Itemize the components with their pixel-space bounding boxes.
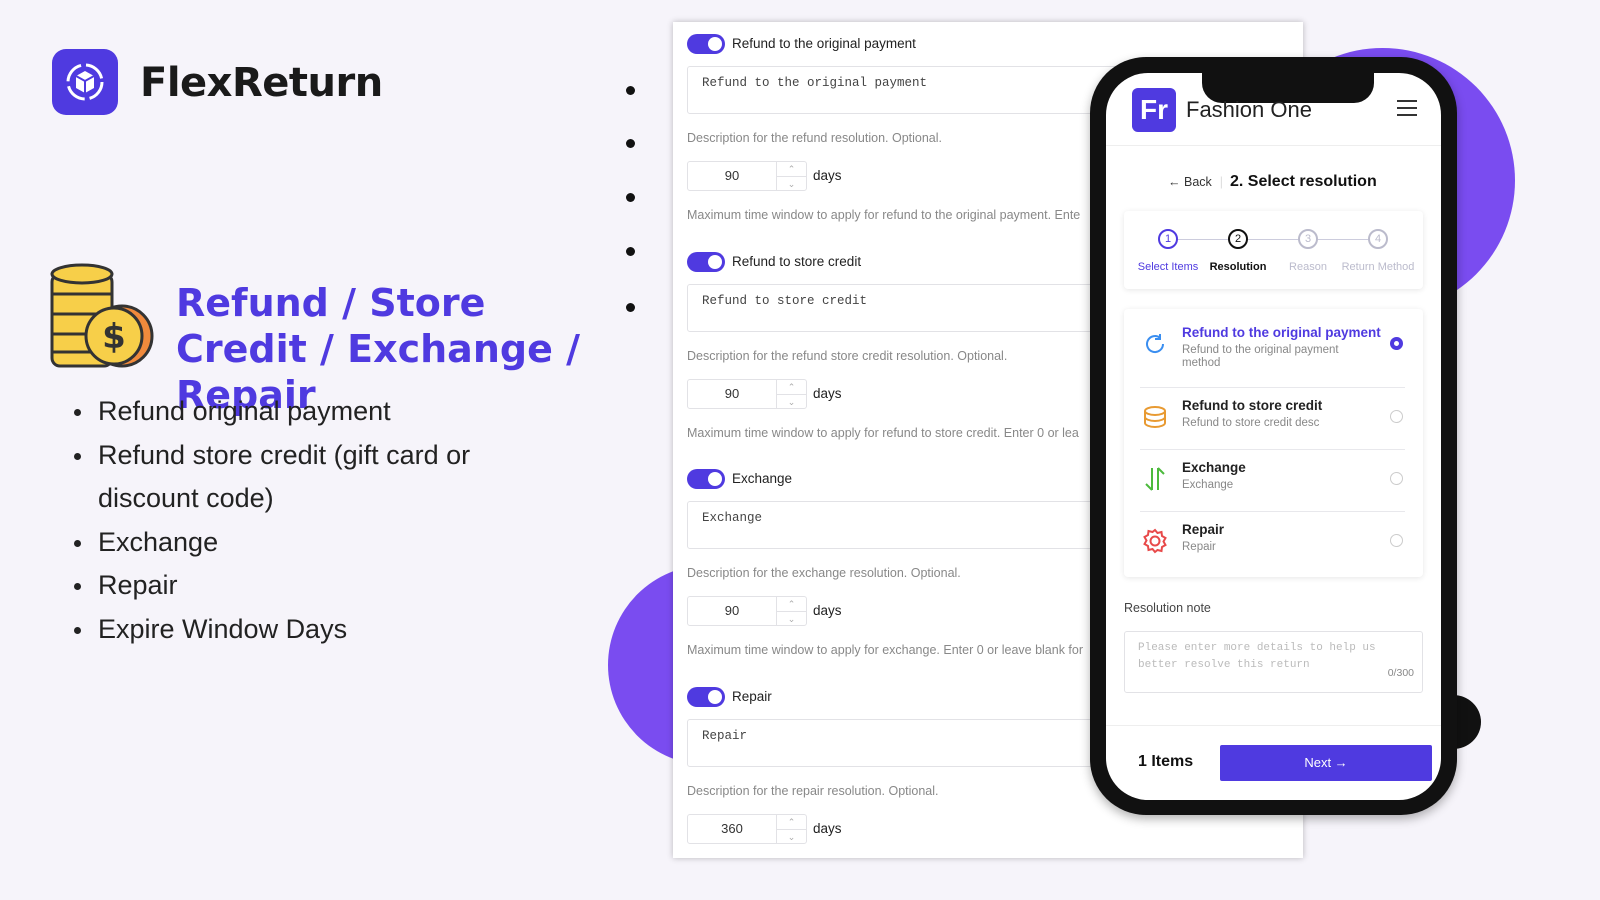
decrement-icon[interactable]: ⌄ xyxy=(777,176,806,191)
box-return-icon xyxy=(66,63,104,101)
days-stepper[interactable]: 360 ⌃ ⌄ xyxy=(687,813,807,844)
toggle-label: Exchange xyxy=(732,471,793,486)
bullet-dot xyxy=(626,247,635,256)
days-value[interactable]: 360 xyxy=(688,815,776,843)
radio-button[interactable] xyxy=(1390,410,1403,423)
resolution-note-input[interactable]: Please enter more details to help us bet… xyxy=(1124,631,1423,693)
bullet-dot xyxy=(626,139,635,148)
radio-button[interactable] xyxy=(1390,534,1403,547)
divider xyxy=(1106,145,1441,146)
stepper: 1 Select Items 2 Resolution 3 Reason 4 Retu… xyxy=(1124,211,1423,289)
feature-item: Refund store credit (gift card or discou… xyxy=(74,434,534,521)
toggle-label: Refund to store credit xyxy=(732,253,862,269)
gear-icon xyxy=(1142,528,1168,554)
description-help: Description for the refund resolution. O… xyxy=(687,131,942,145)
radio-button[interactable] xyxy=(1390,337,1403,350)
days-stepper[interactable]: 90 ⌃ ⌄ xyxy=(687,161,807,191)
days-unit: days xyxy=(813,820,842,836)
page-title: 2. Select resolution xyxy=(1230,173,1377,190)
option-title: Refund to the original payment xyxy=(1182,325,1381,340)
days-unit: days xyxy=(813,603,842,618)
decrement-icon[interactable]: ⌄ xyxy=(777,611,806,626)
items-count: 1 Items xyxy=(1138,753,1194,770)
option-description: Refund to store credit desc xyxy=(1182,417,1320,429)
option-title: Exchange xyxy=(1182,460,1246,475)
enable-toggle[interactable] xyxy=(687,251,725,272)
toggle-label: Repair xyxy=(732,688,772,704)
step-circle: 2 xyxy=(1228,229,1248,249)
enable-toggle[interactable] xyxy=(687,686,725,707)
resolution-option[interactable]: Refund to the original payment Refund to… xyxy=(1140,315,1405,377)
phone-mockup: Fr Fashion One ← Back | 2. Select resolut… xyxy=(1090,57,1457,815)
increment-icon[interactable]: ⌃ xyxy=(777,380,806,394)
phone-screen: Fr Fashion One ← Back | 2. Select resolut… xyxy=(1106,73,1441,800)
brand-name: FlexReturn xyxy=(140,60,383,106)
radio-button[interactable] xyxy=(1390,472,1403,485)
bullet-dot xyxy=(626,86,635,95)
resolution-note-label: Resolution note xyxy=(1124,601,1211,615)
feature-item: Expire Window Days xyxy=(74,608,534,652)
days-stepper[interactable]: 90 ⌃ ⌄ xyxy=(687,378,807,409)
option-title: Refund to store credit xyxy=(1182,398,1323,413)
back-button[interactable]: ← Back | xyxy=(1168,175,1223,189)
resolution-options: Refund to the original payment Refund to… xyxy=(1124,309,1423,577)
divider xyxy=(1106,725,1441,726)
char-count: 0/300 xyxy=(1387,667,1414,679)
step-circle: 4 xyxy=(1368,229,1388,249)
resolution-option[interactable]: Repair Repair xyxy=(1140,511,1405,573)
option-description: Refund to the original payment method xyxy=(1182,344,1339,369)
coins-illustration: $ xyxy=(50,262,156,375)
next-button[interactable]: Next → xyxy=(1220,745,1432,781)
toggle-label: Refund to the original payment xyxy=(732,36,916,51)
feature-list: Refund original payment Refund store cre… xyxy=(74,390,534,651)
feature-item: Repair xyxy=(74,564,534,608)
feature-item: Exchange xyxy=(74,521,534,565)
feature-item: Refund original payment xyxy=(74,390,534,434)
description-help: Description for the refund store credit … xyxy=(687,348,1008,363)
increment-icon[interactable]: ⌃ xyxy=(777,815,806,829)
days-help: Maximum time window to apply for refund … xyxy=(687,425,1079,440)
hamburger-menu-icon[interactable] xyxy=(1397,100,1417,121)
step-label: Resolution xyxy=(1209,261,1267,273)
bullet-dot xyxy=(626,303,635,312)
decrement-icon[interactable]: ⌄ xyxy=(777,393,806,409)
step-label: Return Method xyxy=(1341,261,1415,273)
decrement-icon[interactable]: ⌄ xyxy=(777,828,806,844)
enable-toggle[interactable] xyxy=(687,469,725,489)
bullet-dot xyxy=(626,193,635,202)
step-label: Reason xyxy=(1289,261,1327,273)
arrow-left-icon: ← xyxy=(1168,175,1184,189)
increment-icon[interactable]: ⌃ xyxy=(777,597,806,611)
days-unit: days xyxy=(813,385,842,401)
exchange-arrows-icon xyxy=(1142,466,1168,492)
option-title: Repair xyxy=(1182,522,1225,537)
description-help: Description for the exchange resolution.… xyxy=(687,566,961,580)
option-description: Repair xyxy=(1182,541,1216,553)
coins-icon xyxy=(1142,404,1168,430)
enable-toggle[interactable] xyxy=(687,34,725,54)
note-placeholder: Please enter more details to help us bet… xyxy=(1138,642,1376,671)
days-value[interactable]: 90 xyxy=(688,597,776,625)
days-stepper[interactable]: 90 ⌃ ⌄ xyxy=(687,596,807,626)
increment-icon[interactable]: ⌃ xyxy=(777,162,806,176)
days-value[interactable]: 90 xyxy=(688,162,776,190)
description-help: Description for the repair resolution. O… xyxy=(687,783,939,798)
refresh-icon xyxy=(1142,331,1168,357)
resolution-option[interactable]: Exchange Exchange xyxy=(1140,449,1405,511)
option-description: Exchange xyxy=(1182,479,1234,491)
svg-text:$: $ xyxy=(102,317,126,357)
days-unit: days xyxy=(813,168,842,183)
step-label: Select Items xyxy=(1137,261,1199,273)
step-circle: 3 xyxy=(1298,229,1318,249)
days-help: Maximum time window to apply for refund … xyxy=(687,208,1081,222)
resolution-option[interactable]: Refund to store credit Refund to store c… xyxy=(1140,387,1405,449)
flexreturn-logo xyxy=(52,49,118,115)
step-circle: 1 xyxy=(1158,229,1178,249)
store-logo: Fr xyxy=(1132,88,1176,132)
store-name: Fashion One xyxy=(1186,97,1312,122)
back-label: Back xyxy=(1183,175,1212,189)
days-value[interactable]: 90 xyxy=(688,380,776,408)
days-help: Maximum time window to apply for exchang… xyxy=(687,643,1084,657)
